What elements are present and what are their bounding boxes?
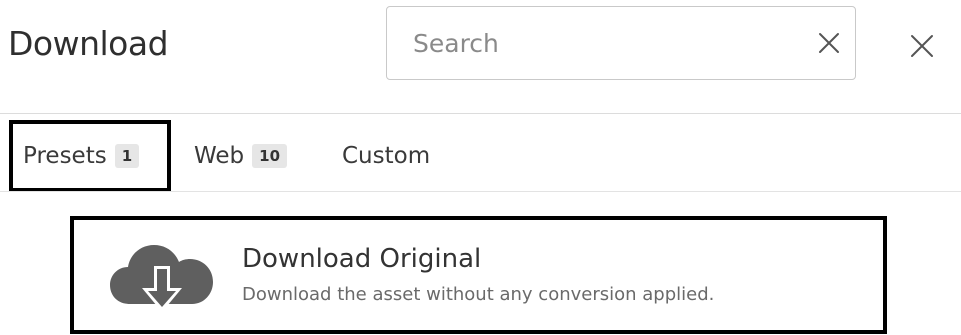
tab-label: Presets	[23, 143, 107, 169]
panel-title: Download	[8, 24, 169, 63]
search-box[interactable]	[386, 6, 856, 80]
header-divider	[0, 113, 961, 114]
close-icon	[819, 33, 839, 53]
tabs-divider	[0, 191, 961, 192]
tab-label: Custom	[342, 143, 431, 169]
tab-count-badge: 1	[114, 144, 140, 168]
tab-label: Web	[194, 143, 245, 169]
tab-custom[interactable]: Custom	[342, 120, 430, 192]
cloud-download-icon	[110, 245, 213, 312]
tab-web[interactable]: Web 10	[194, 120, 288, 192]
close-panel-button[interactable]	[902, 26, 942, 66]
download-panel: Download Presets 1 Web 10 Custom	[0, 0, 961, 335]
preset-description: Download the asset without any conversio…	[242, 284, 715, 305]
search-input[interactable]	[401, 19, 813, 67]
tab-bar: Presets 1 Web 10 Custom	[0, 120, 961, 192]
tab-presets[interactable]: Presets 1	[9, 120, 171, 192]
close-icon	[911, 35, 933, 57]
preset-title: Download Original	[242, 244, 482, 274]
tab-count-badge: 10	[252, 144, 288, 168]
clear-search-button[interactable]	[811, 25, 847, 61]
preset-download-original[interactable]: Download Original Download the asset wit…	[70, 216, 887, 334]
